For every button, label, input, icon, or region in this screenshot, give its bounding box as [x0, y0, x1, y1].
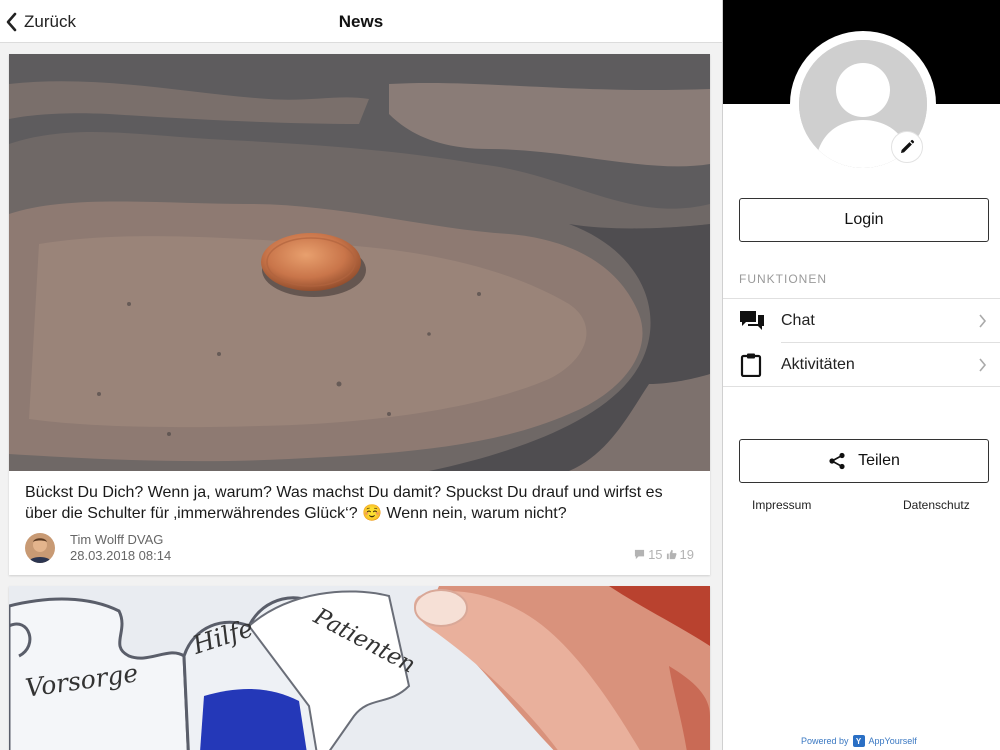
edit-profile-button[interactable]	[891, 131, 923, 163]
chat-icon	[740, 311, 764, 330]
comment-icon	[634, 549, 645, 560]
post-text: Bückst Du Dich? Wenn ja, warum? Was mach…	[25, 484, 663, 522]
menu-item-label: Chat	[781, 312, 815, 329]
like-count: 19	[679, 547, 694, 562]
news-post[interactable]: Bückst Du Dich? Wenn ja, warum? Was mach…	[9, 54, 710, 575]
chevron-left-icon	[6, 12, 17, 32]
share-icon	[829, 452, 845, 470]
share-button[interactable]: Teilen	[739, 439, 989, 483]
clipboard-icon	[740, 353, 762, 377]
impressum-link[interactable]: Impressum	[752, 498, 811, 512]
brand-name: AppYourself	[868, 736, 917, 746]
side-menu: Login FUNKTIONEN Chat Aktivitäten Teilen…	[722, 0, 1000, 750]
login-button[interactable]: Login	[739, 198, 989, 242]
post-stats: 15 19	[634, 547, 694, 562]
share-label: Teilen	[858, 452, 900, 469]
news-post[interactable]: Vorsorge Hilfe Patienten	[9, 586, 710, 750]
pencil-icon	[901, 139, 915, 153]
powered-by-label: Powered by	[801, 736, 849, 746]
post-date: 28.03.2018 08:14	[70, 548, 172, 563]
chevron-right-icon	[979, 314, 987, 328]
news-feed: Zurück News Bückst Du Dich? Wenn ja, war…	[0, 0, 722, 750]
author-avatar	[25, 533, 55, 563]
back-label: Zurück	[24, 12, 76, 31]
menu-item-aktivitaeten[interactable]: Aktivitäten	[723, 343, 1000, 387]
top-navigation-bar: Zurück News	[0, 0, 722, 43]
back-button[interactable]: Zurück	[4, 9, 76, 35]
thumbs-up-icon[interactable]	[666, 549, 677, 560]
menu-item-chat[interactable]: Chat	[723, 299, 1000, 343]
menu-item-label: Aktivitäten	[781, 356, 855, 373]
appyourself-logo-icon: Y	[852, 735, 865, 747]
post-image-coin	[9, 54, 710, 471]
page-title: News	[338, 12, 384, 31]
section-label-funktionen: FUNKTIONEN	[739, 272, 827, 286]
datenschutz-link[interactable]: Datenschutz	[903, 498, 970, 512]
divider	[723, 386, 1000, 387]
author-name: Tim Wolff DVAG	[70, 532, 164, 547]
comment-count: 15	[648, 547, 663, 562]
chevron-right-icon	[979, 358, 987, 372]
powered-by-badge[interactable]: Powered by Y AppYourself	[801, 735, 917, 747]
